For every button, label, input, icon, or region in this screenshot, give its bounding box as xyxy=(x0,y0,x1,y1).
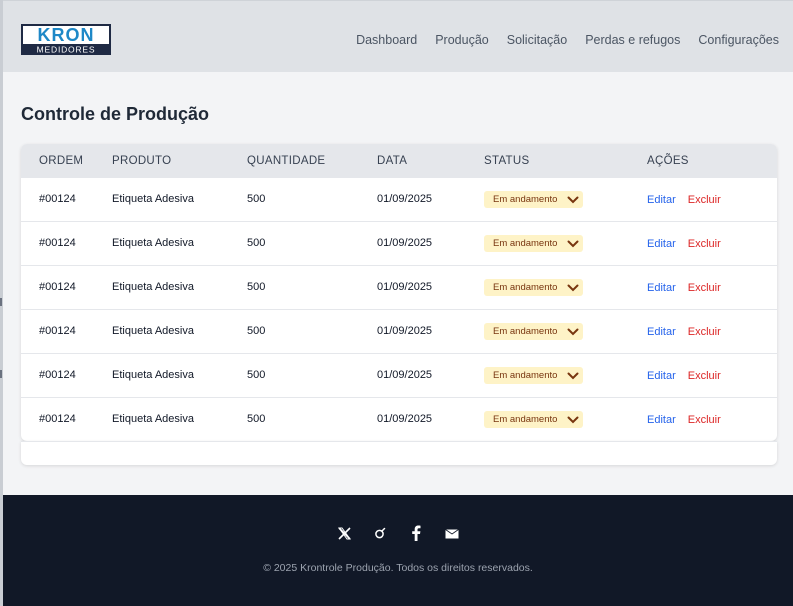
header-data: DATA xyxy=(377,155,408,167)
cell-quantidade: 500 xyxy=(247,325,266,337)
cell-produto: Etiqueta Adesiva xyxy=(112,369,194,381)
chevron-down-icon xyxy=(567,196,579,203)
chevron-down-icon xyxy=(567,372,579,379)
edit-button[interactable]: Editar xyxy=(647,238,676,250)
cell-quantidade: 500 xyxy=(247,281,266,293)
chevron-down-icon xyxy=(567,240,579,247)
cell-ordem: #00124 xyxy=(39,193,76,205)
header-produto: PRODUTO xyxy=(112,155,172,167)
table-row: #00124 Etiqueta Adesiva 500 01/09/2025 E… xyxy=(21,354,777,398)
site-footer: © 2025 Krontrole Produção. Todos os dire… xyxy=(3,495,793,606)
nav-perdas-refugos[interactable]: Perdas e refugos xyxy=(585,33,680,47)
edit-button[interactable]: Editar xyxy=(647,282,676,294)
cell-produto: Etiqueta Adesiva xyxy=(112,325,194,337)
delete-button[interactable]: Excluir xyxy=(688,414,721,426)
header-quantidade: QUANTIDADE xyxy=(247,155,326,167)
logo-text-top: KRON xyxy=(38,25,95,45)
chevron-down-icon xyxy=(567,416,579,423)
cell-ordem: #00124 xyxy=(39,281,76,293)
status-select[interactable]: Em andamento xyxy=(484,367,583,384)
cell-quantidade: 500 xyxy=(247,413,266,425)
cell-data: 01/09/2025 xyxy=(377,413,433,425)
cell-data: 01/09/2025 xyxy=(377,325,433,337)
table-row: #00124 Etiqueta Adesiva 500 01/09/2025 E… xyxy=(21,398,777,441)
table-footer-panel xyxy=(21,441,777,465)
social-links xyxy=(3,525,793,541)
status-select[interactable]: Em andamento xyxy=(484,323,583,340)
x-icon[interactable] xyxy=(337,525,351,541)
nav-producao[interactable]: Produção xyxy=(435,33,489,47)
page-title: Controle de Produção xyxy=(21,104,210,124)
cell-produto: Etiqueta Adesiva xyxy=(112,237,194,249)
cell-ordem: #00124 xyxy=(39,413,76,425)
edit-button[interactable]: Editar xyxy=(647,326,676,338)
edit-button[interactable]: Editar xyxy=(647,194,676,206)
table-row: #00124 Etiqueta Adesiva 500 01/09/2025 E… xyxy=(21,266,777,310)
table-header: ORDEM PRODUTO QUANTIDADE DATA STATUS AÇÕ… xyxy=(21,144,777,178)
cell-produto: Etiqueta Adesiva xyxy=(112,193,194,205)
chevron-down-icon xyxy=(567,328,579,335)
header-ordem: ORDEM xyxy=(39,155,84,167)
top-header: KRON MEDIDORES Dashboard Produção Solici… xyxy=(3,0,793,72)
status-label: Em andamento xyxy=(493,370,558,381)
delete-button[interactable]: Excluir xyxy=(688,326,721,338)
table-row: #00124 Etiqueta Adesiva 500 01/09/2025 E… xyxy=(21,222,777,266)
edit-button[interactable]: Editar xyxy=(647,414,676,426)
cell-ordem: #00124 xyxy=(39,325,76,337)
kron-logo[interactable]: KRON MEDIDORES xyxy=(21,24,111,55)
status-label: Em andamento xyxy=(493,238,558,249)
copyright-text: © 2025 Krontrole Produção. Todos os dire… xyxy=(263,562,533,574)
cell-quantidade: 500 xyxy=(247,237,266,249)
header-status: STATUS xyxy=(484,155,530,167)
delete-button[interactable]: Excluir xyxy=(688,194,721,206)
cell-produto: Etiqueta Adesiva xyxy=(112,281,194,293)
cell-ordem: #00124 xyxy=(39,369,76,381)
cell-data: 01/09/2025 xyxy=(377,369,433,381)
chevron-down-icon xyxy=(567,284,579,291)
delete-button[interactable]: Excluir xyxy=(688,282,721,294)
table-row: #00124 Etiqueta Adesiva 500 01/09/2025 E… xyxy=(21,310,777,354)
threads-icon[interactable] xyxy=(373,525,387,541)
email-icon[interactable] xyxy=(445,525,459,541)
edit-button[interactable]: Editar xyxy=(647,370,676,382)
cell-ordem: #00124 xyxy=(39,237,76,249)
table-row: #00124 Etiqueta Adesiva 500 01/09/2025 E… xyxy=(21,178,777,222)
status-select[interactable]: Em andamento xyxy=(484,279,583,296)
nav-solicitacao[interactable]: Solicitação xyxy=(507,33,567,47)
delete-button[interactable]: Excluir xyxy=(688,370,721,382)
status-label: Em andamento xyxy=(493,414,558,425)
facebook-icon[interactable] xyxy=(409,525,423,541)
cell-produto: Etiqueta Adesiva xyxy=(112,413,194,425)
header-acoes: AÇÕES xyxy=(647,155,689,167)
status-select[interactable]: Em andamento xyxy=(484,191,583,208)
delete-button[interactable]: Excluir xyxy=(688,238,721,250)
cell-data: 01/09/2025 xyxy=(377,193,433,205)
status-select[interactable]: Em andamento xyxy=(484,411,583,428)
status-select[interactable]: Em andamento xyxy=(484,235,583,252)
nav-dashboard[interactable]: Dashboard xyxy=(356,33,417,47)
status-label: Em andamento xyxy=(493,326,558,337)
status-label: Em andamento xyxy=(493,194,558,205)
status-label: Em andamento xyxy=(493,282,558,293)
cell-quantidade: 500 xyxy=(247,193,266,205)
cell-quantidade: 500 xyxy=(247,369,266,381)
cell-data: 01/09/2025 xyxy=(377,237,433,249)
main-nav: Dashboard Produção Solicitação Perdas e … xyxy=(356,33,779,47)
nav-configuracoes[interactable]: Configurações xyxy=(698,33,779,47)
cell-data: 01/09/2025 xyxy=(377,281,433,293)
production-table: ORDEM PRODUTO QUANTIDADE DATA STATUS AÇÕ… xyxy=(21,144,777,441)
logo-text-bottom: MEDIDORES xyxy=(37,45,96,55)
